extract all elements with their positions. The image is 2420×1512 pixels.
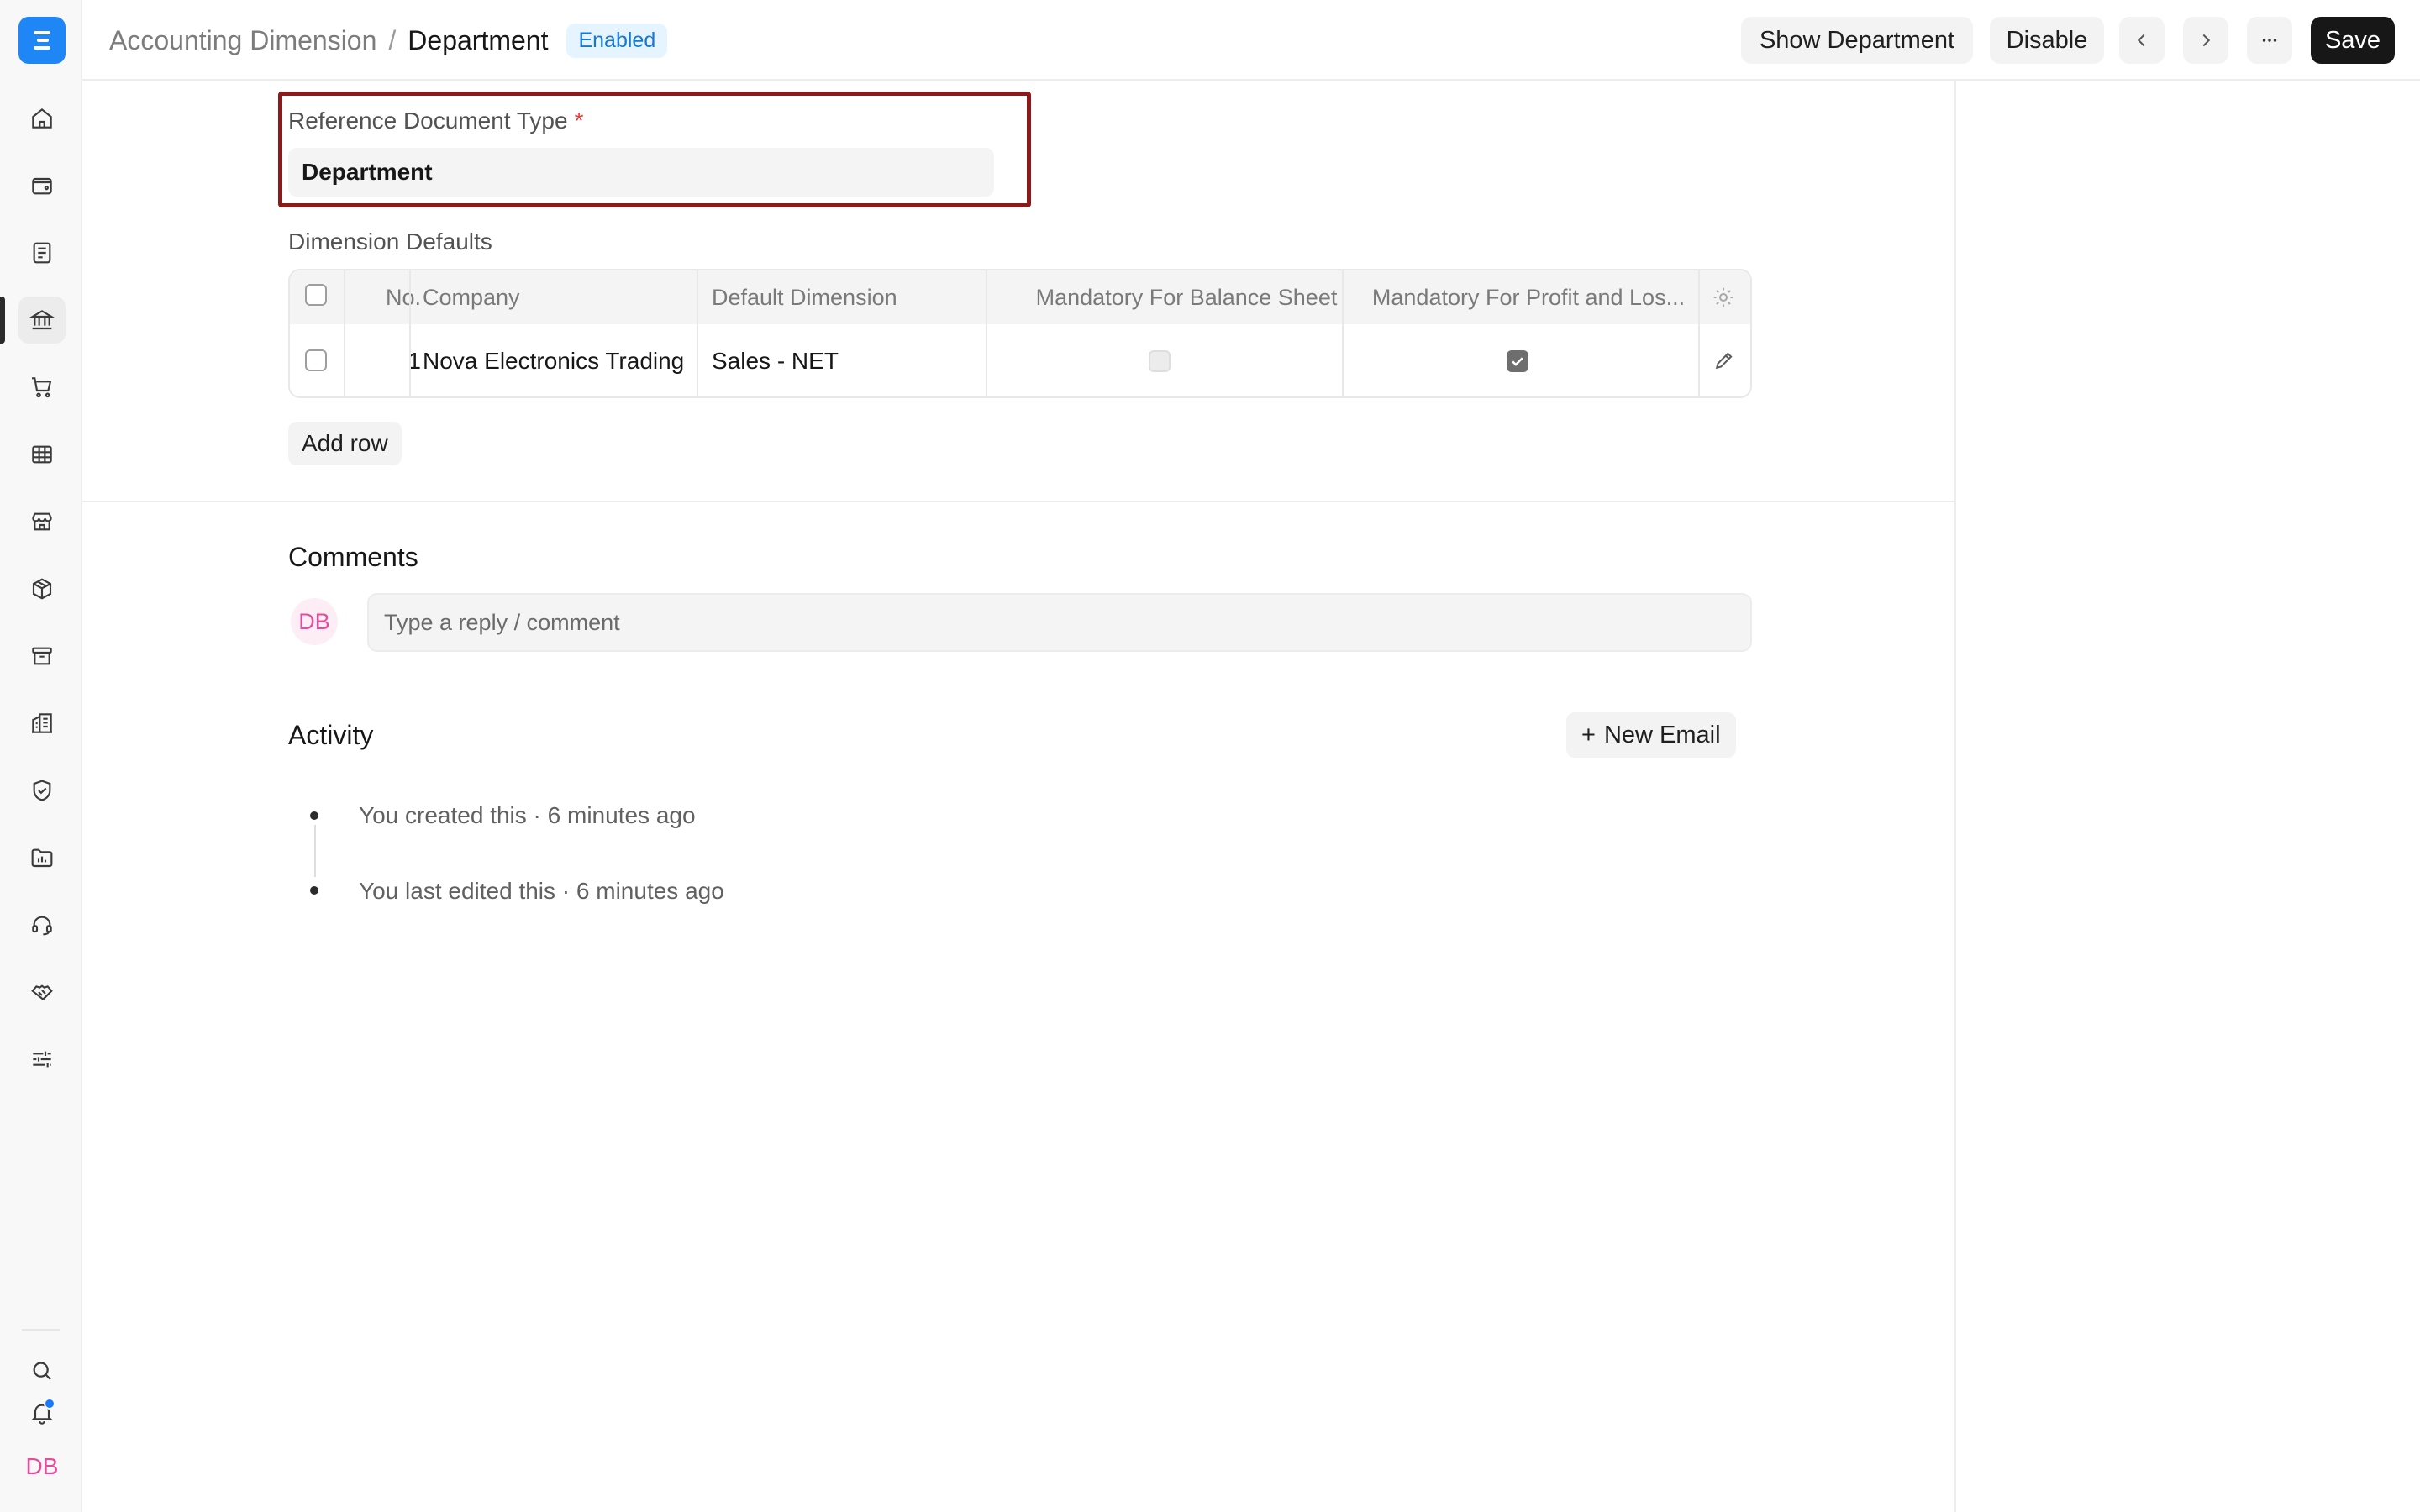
- sidebar-right-divider: [1954, 81, 1956, 1512]
- edit-row-pencil-icon[interactable]: [1712, 348, 1737, 373]
- previous-record-button[interactable]: [2119, 17, 2165, 64]
- activity-dot: [310, 811, 318, 820]
- notification-dot: [44, 1398, 55, 1410]
- home-icon[interactable]: [18, 95, 66, 142]
- document-icon[interactable]: [18, 229, 66, 276]
- status-badge: Enabled: [566, 23, 668, 58]
- column-divider: [1342, 270, 1344, 396]
- activity-timeline-line: [314, 825, 316, 877]
- row-number: 1: [408, 348, 421, 374]
- breadcrumb: Accounting Dimension / Department Enable…: [109, 0, 668, 81]
- new-email-label: New Email: [1603, 721, 1721, 748]
- sidebar: DB: [0, 0, 82, 1512]
- sliders-icon[interactable]: [18, 1036, 66, 1083]
- row-company[interactable]: Nova Electronics Trading: [423, 324, 684, 396]
- activity-heading: Activity: [288, 720, 374, 750]
- activity-item: You created this · 6 minutes ago: [359, 802, 696, 828]
- archive-icon[interactable]: [18, 633, 66, 680]
- shield-icon[interactable]: [18, 767, 66, 814]
- package-icon[interactable]: [18, 565, 66, 612]
- column-settings-gear-icon[interactable]: [1710, 284, 1737, 311]
- activity-dot: [310, 886, 318, 895]
- row-mandatory-balance-sheet-checkbox[interactable]: [1149, 350, 1171, 372]
- search-icon[interactable]: [18, 1347, 66, 1394]
- table-row[interactable]: 1 Nova Electronics Trading Sales - NET: [290, 324, 1750, 396]
- row-select-checkbox[interactable]: [305, 349, 327, 371]
- page-header: Accounting Dimension / Department Enable…: [82, 0, 2420, 81]
- chevron-right-icon: [2202, 34, 2211, 47]
- user-avatar[interactable]: DB: [18, 1443, 66, 1490]
- header-mandatory-balance-sheet: Mandatory For Balance Sheet: [1035, 284, 1338, 310]
- new-email-button[interactable]: + New Email: [1566, 712, 1736, 758]
- sidebar-divider: [22, 1329, 60, 1331]
- comments-heading: Comments: [288, 542, 418, 572]
- header-company: Company: [423, 284, 520, 310]
- dimension-defaults-table: No. Company Default Dimension Mandatory …: [288, 269, 1752, 398]
- header-mandatory-profit-loss: Mandatory For Profit and Los...: [1371, 284, 1686, 310]
- header-default-dimension: Default Dimension: [712, 284, 897, 310]
- column-divider: [409, 270, 411, 396]
- page-title: Department: [408, 24, 549, 55]
- breadcrumb-parent-link[interactable]: Accounting Dimension: [109, 25, 376, 56]
- active-indicator: [0, 297, 5, 344]
- handshake-icon[interactable]: [18, 969, 66, 1016]
- chevron-left-icon: [2137, 34, 2145, 47]
- headset-icon[interactable]: [18, 901, 66, 948]
- comment-avatar: DB: [291, 598, 338, 645]
- section-divider: [82, 501, 1954, 502]
- folder-chart-icon[interactable]: [18, 834, 66, 881]
- comment-input[interactable]: Type a reply / comment: [367, 593, 1752, 652]
- next-record-button[interactable]: [2183, 17, 2228, 64]
- checkmark-icon: [1512, 357, 1523, 366]
- wallet-icon[interactable]: [18, 162, 66, 209]
- column-divider: [1698, 270, 1700, 396]
- more-horizontal-icon: [2262, 39, 2277, 42]
- disable-button[interactable]: Disable: [1990, 17, 2104, 64]
- table-header: No. Company Default Dimension Mandatory …: [290, 270, 1750, 324]
- select-all-checkbox[interactable]: [305, 284, 327, 306]
- column-divider: [344, 270, 345, 396]
- header-no: No.: [385, 284, 421, 310]
- add-row-button[interactable]: Add row: [288, 422, 402, 465]
- app-logo-icon[interactable]: [18, 17, 66, 64]
- row-mandatory-profit-loss-checkbox[interactable]: [1507, 350, 1528, 372]
- plus-icon: +: [1581, 721, 1596, 748]
- row-default-dimension[interactable]: Sales - NET: [712, 324, 839, 396]
- cart-icon[interactable]: [18, 364, 66, 411]
- breadcrumb-separator: /: [388, 24, 397, 55]
- building-icon[interactable]: [18, 700, 66, 747]
- activity-item: You last edited this · 6 minutes ago: [359, 878, 724, 904]
- more-actions-button[interactable]: [2247, 17, 2292, 64]
- save-button[interactable]: Save: [2311, 17, 2395, 64]
- bell-icon[interactable]: [18, 1389, 66, 1436]
- store-icon[interactable]: [18, 498, 66, 545]
- bank-icon[interactable]: [18, 297, 66, 344]
- highlight-box: [278, 92, 1031, 207]
- show-department-button[interactable]: Show Department: [1741, 17, 1973, 64]
- column-divider: [986, 270, 987, 396]
- column-divider: [697, 270, 698, 396]
- dimension-defaults-label: Dimension Defaults: [288, 228, 492, 255]
- table-icon[interactable]: [18, 431, 66, 478]
